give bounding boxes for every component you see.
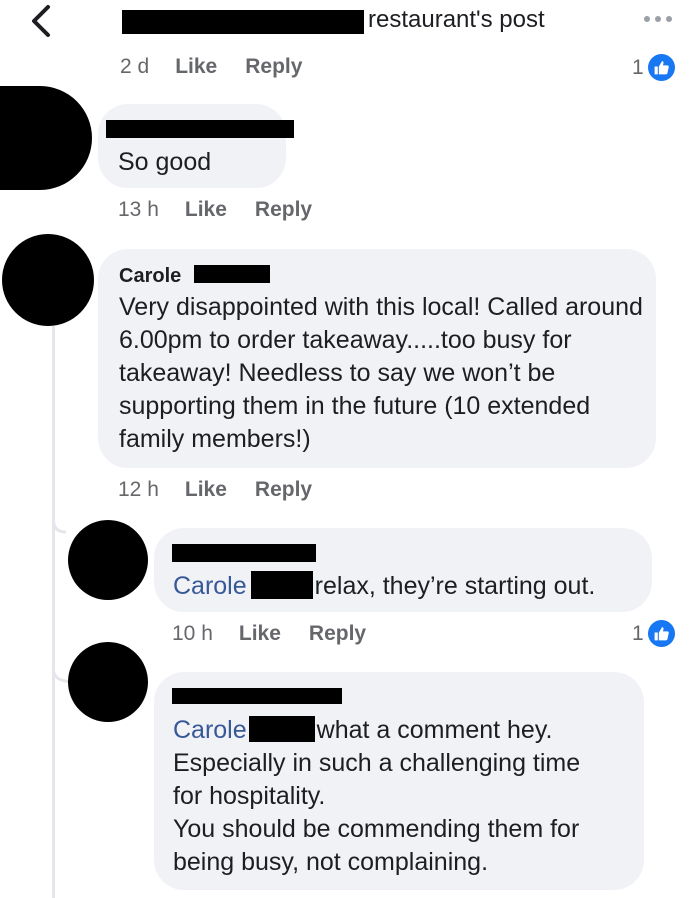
- reply-bubble: Carole relax, they’re starting out.: [154, 528, 652, 612]
- reply-text-line: You should be commending them for: [173, 815, 580, 843]
- like-button[interactable]: Like: [185, 198, 227, 222]
- reply-text: what a comment hey.: [316, 716, 553, 744]
- more-options-button[interactable]: [638, 6, 678, 32]
- mention-link[interactable]: Carole: [173, 716, 247, 744]
- like-button[interactable]: Like: [239, 622, 281, 646]
- reply-text-line: Especially in such a challenging time: [173, 749, 581, 777]
- reply-text-line: for hospitality.: [173, 782, 326, 810]
- top-comment-actions: 2 d Like Reply: [120, 55, 330, 79]
- comment-time: 12 h: [118, 478, 159, 501]
- mention-link[interactable]: Carole: [173, 572, 247, 600]
- avatar[interactable]: [68, 520, 148, 600]
- reply-text-line: Carole what a comment hey.: [173, 714, 552, 747]
- comment-actions: 13 h Like Reply: [118, 198, 340, 222]
- avatar[interactable]: [0, 86, 92, 190]
- comment-text: Very disappointed with this local! Calle…: [119, 293, 643, 453]
- reply-button[interactable]: Reply: [255, 478, 312, 502]
- redacted-mention-surname: [250, 571, 313, 599]
- reply-time: 10 h: [172, 622, 213, 645]
- comment-bubble: So good: [98, 104, 294, 188]
- redacted-author-name: [172, 688, 342, 704]
- like-button[interactable]: Like: [185, 478, 227, 502]
- like-count: 1: [632, 55, 644, 79]
- reply-connector: [52, 490, 67, 534]
- comment-text: So good: [118, 148, 212, 176]
- comment-time: 2 d: [120, 55, 150, 78]
- top-comment-like-count[interactable]: 1: [632, 54, 675, 81]
- back-button[interactable]: [14, 4, 54, 38]
- reply-bubble: Carole what a comment hey. Especially in …: [154, 672, 644, 890]
- thumbs-up-icon: [647, 54, 675, 81]
- header-title-group: restaurant's post: [122, 4, 545, 36]
- reply-actions: 10 h Like Reply: [172, 622, 394, 646]
- back-chevron-icon: [32, 5, 50, 37]
- redacted-mention-surname: [248, 716, 315, 742]
- comment-actions: 12 h Like Reply: [118, 478, 340, 502]
- redacted-restaurant-name: [122, 10, 364, 34]
- header-title: restaurant's post: [368, 6, 545, 33]
- thread-line: [52, 326, 55, 898]
- redacted-author-surname: [194, 265, 270, 283]
- reply-text-line: being busy, not complaining.: [173, 848, 489, 876]
- reply-button[interactable]: Reply: [255, 198, 312, 222]
- avatar[interactable]: [2, 234, 94, 326]
- reply-button[interactable]: Reply: [245, 55, 302, 79]
- comment-bubble: Carole Very disappointed with this local…: [98, 249, 656, 468]
- thumbs-up-icon: [647, 620, 675, 647]
- comment-author[interactable]: Carole: [119, 265, 181, 288]
- avatar[interactable]: [68, 642, 148, 722]
- redacted-author-name: [172, 544, 316, 562]
- redacted-author-name: [106, 120, 294, 138]
- reply-button[interactable]: Reply: [309, 622, 366, 646]
- like-count: 1: [632, 621, 644, 645]
- reply-text-line: Carole relax, they’re starting out.: [173, 570, 595, 603]
- like-button[interactable]: Like: [175, 55, 217, 79]
- reply-like-count[interactable]: 1: [632, 620, 675, 647]
- post-header: restaurant's post: [0, 0, 700, 42]
- comment-time: 13 h: [118, 198, 159, 221]
- more-horizontal-icon: [644, 16, 650, 22]
- reply-text: relax, they’re starting out.: [314, 572, 596, 600]
